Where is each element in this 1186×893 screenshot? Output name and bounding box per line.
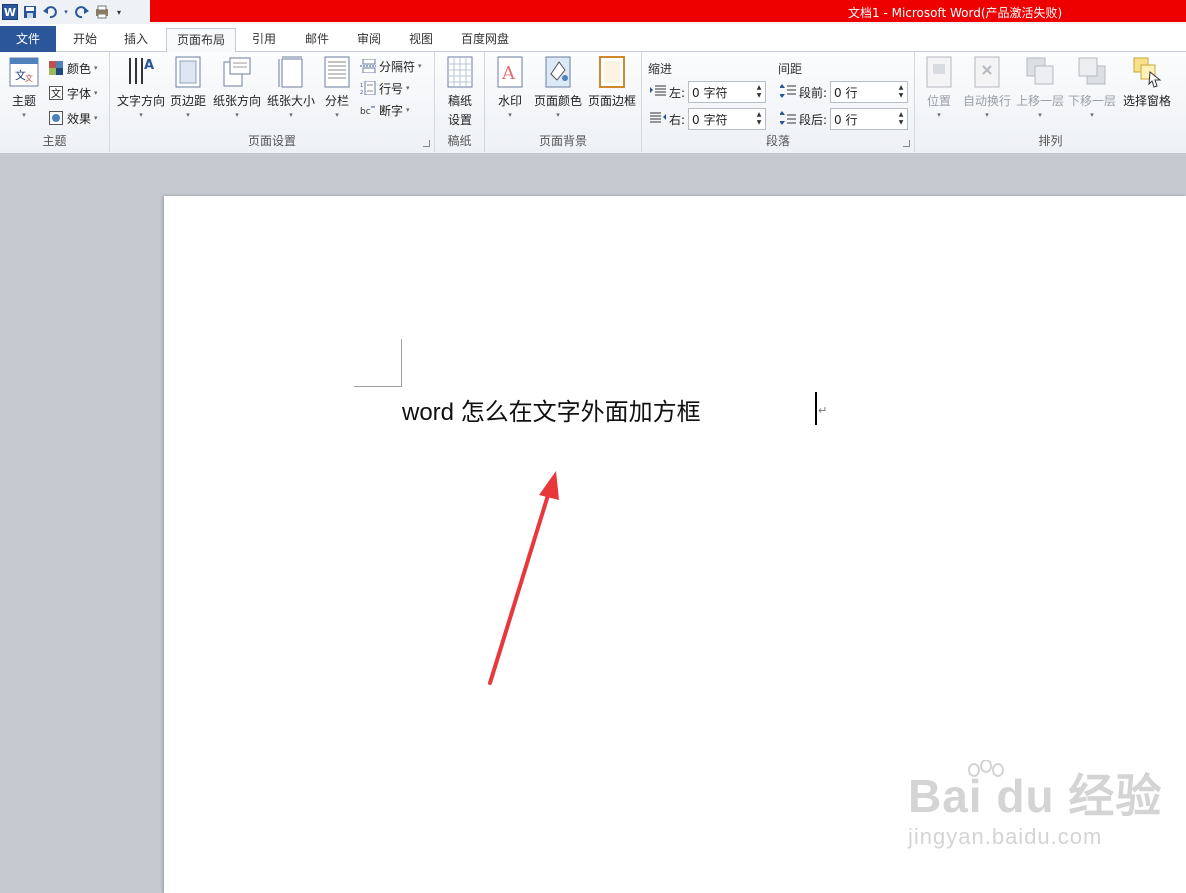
- watermark-brand: Bai du 经验: [908, 770, 1163, 822]
- baidu-watermark: Bai du 经验 jingyan.baidu.com: [908, 760, 1162, 850]
- arrow-head: [539, 471, 559, 500]
- watermark-url: jingyan.baidu.com: [908, 824, 1103, 849]
- arrow-shaft: [488, 490, 551, 685]
